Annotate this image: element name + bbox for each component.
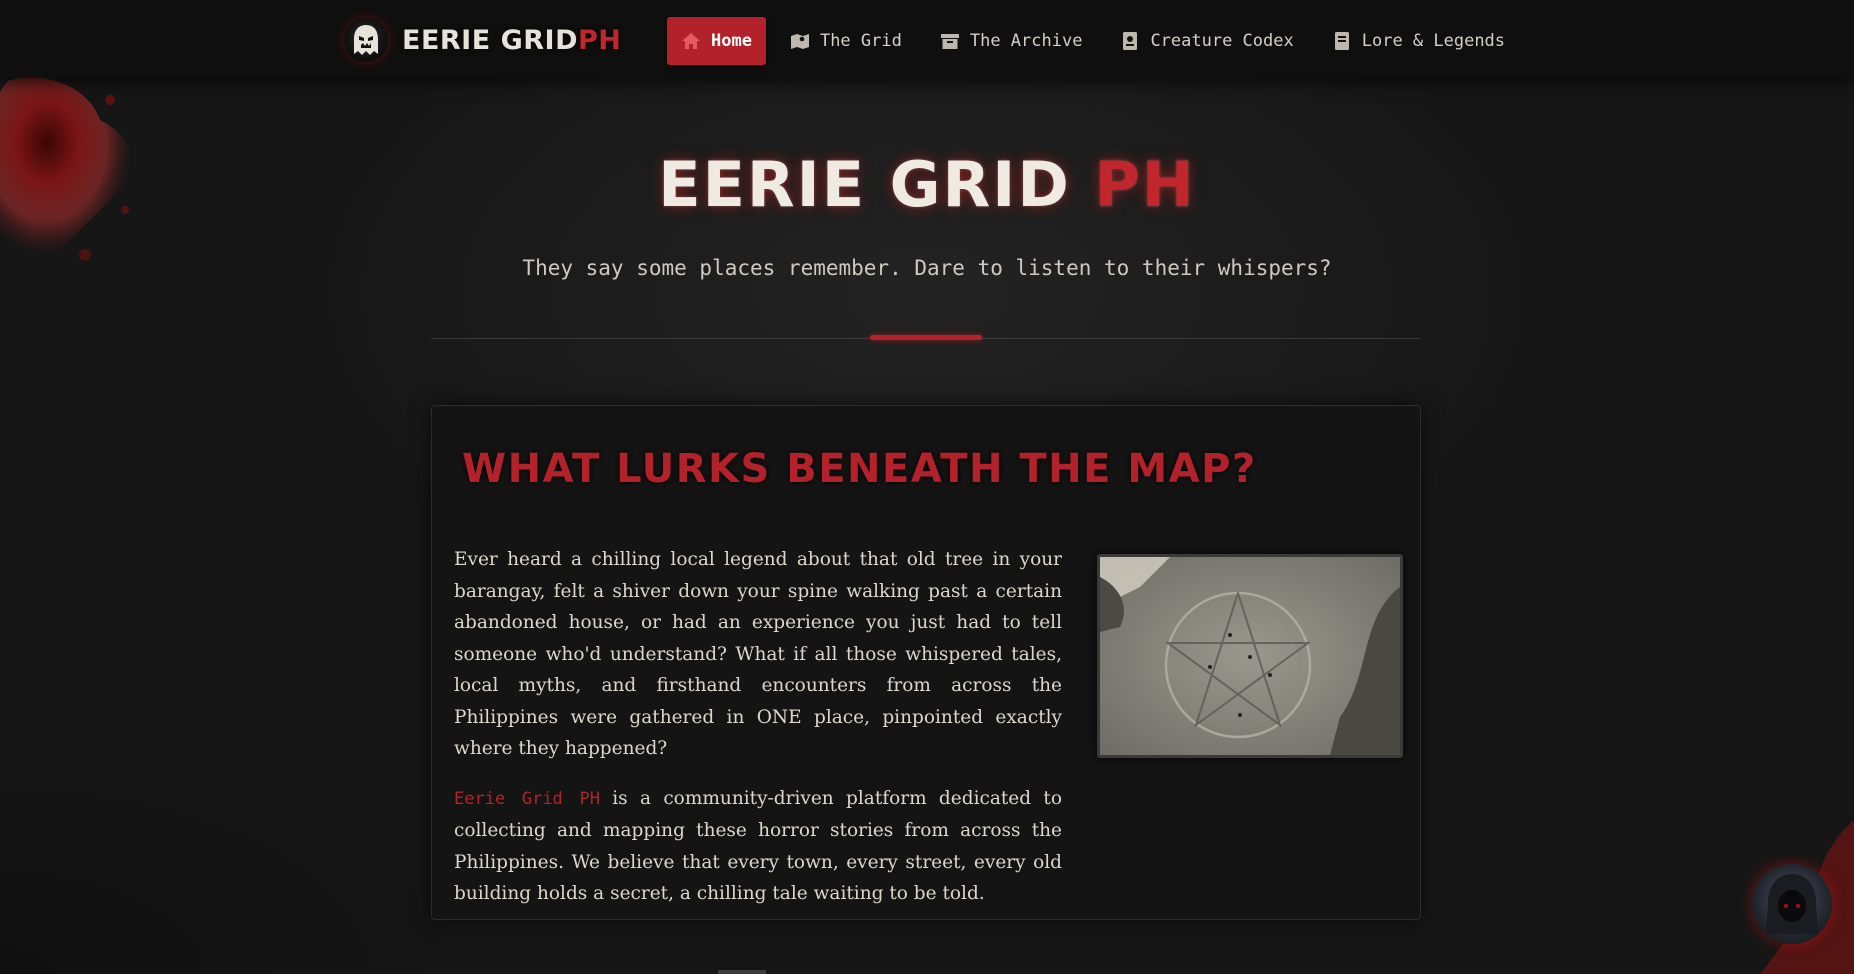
- nav-item-label: Lore & Legends: [1361, 31, 1506, 51]
- brand-name: EERIE GRIDPH: [402, 25, 621, 56]
- archive-icon: [940, 31, 960, 51]
- nav-item-home[interactable]: Home: [667, 17, 766, 65]
- card-title: What Lurks Beneath The Map?: [462, 446, 1257, 492]
- brand-inline-text: Eerie Grid PH: [454, 788, 600, 809]
- hooded-figure-avatar-button[interactable]: [1752, 864, 1832, 944]
- hero-title: EERIE GRID PH: [0, 148, 1854, 221]
- brand-name-accent: PH: [577, 24, 622, 56]
- hero-title-accent: PH: [1094, 148, 1196, 221]
- intro-card: What Lurks Beneath The Map? Ever heard a…: [431, 405, 1421, 920]
- hero-title-main: EERIE GRID: [658, 148, 1071, 221]
- scroll-indicator: [718, 970, 766, 974]
- home-icon: [681, 31, 701, 51]
- divider-accent: [870, 335, 982, 340]
- nav-item-label: Creature Codex: [1150, 31, 1294, 51]
- nav-item-label: The Grid: [819, 31, 902, 51]
- satellite-map-image: [1097, 554, 1403, 758]
- brand-name-main: EERIE GRID: [402, 24, 578, 56]
- nav-item-label: The Archive: [969, 31, 1083, 51]
- book-open-icon: [1332, 31, 1352, 51]
- nav-links: Home The Grid The Archive Creature Codex…: [667, 17, 1519, 65]
- nav-item-the-archive[interactable]: The Archive: [926, 17, 1097, 65]
- card-body: Ever heard a chilling local legend about…: [454, 544, 1062, 910]
- nav-item-creature-codex[interactable]: Creature Codex: [1106, 17, 1307, 65]
- top-navbar: EERIE GRIDPH Home The Grid The Archive C…: [0, 0, 1854, 78]
- ghost-icon: [344, 18, 388, 62]
- nav-item-lore-legends[interactable]: Lore & Legends: [1318, 17, 1519, 65]
- nav-item-the-grid[interactable]: The Grid: [776, 17, 916, 65]
- hero-tagline: They say some places remember. Dare to l…: [522, 256, 1332, 280]
- nav-item-label: Home: [711, 31, 752, 51]
- map-icon: [790, 31, 810, 51]
- card-paragraph-1: Ever heard a chilling local legend about…: [454, 549, 1062, 759]
- brand-link[interactable]: EERIE GRIDPH: [344, 18, 621, 62]
- blood-splatter-decoration: [0, 77, 133, 264]
- book-icon: [1120, 31, 1140, 51]
- card-paragraph-2: Eerie Grid PH is a community-driven plat…: [454, 783, 1062, 910]
